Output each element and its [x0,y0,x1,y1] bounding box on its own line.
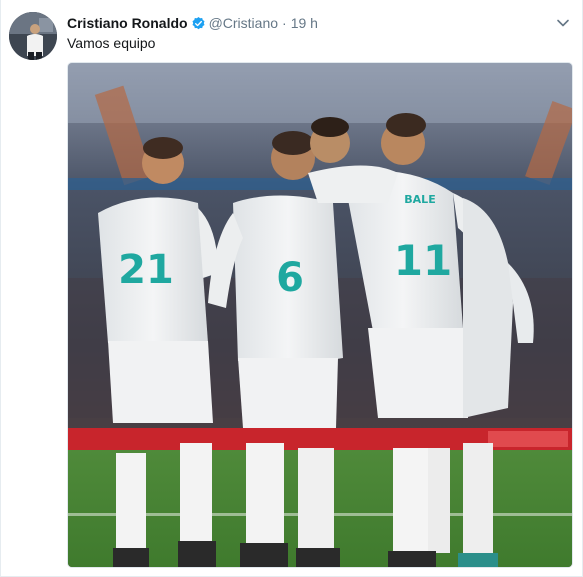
author-handle[interactable]: @Cristiano [209,15,278,31]
tweet-card[interactable]: Cristiano Ronaldo @Cristiano · 19 h Vamo… [0,0,583,577]
jersey-name: BALE [404,193,435,206]
jersey-number-6: 6 [276,255,304,301]
jersey-number-11: 11 [394,236,452,285]
chevron-down-icon[interactable] [556,16,570,30]
avatar[interactable] [9,12,57,60]
separator-dot: · [282,15,287,31]
tweet-text: Vamos equipo [67,35,156,51]
tweet-timestamp[interactable]: 19 h [291,15,318,31]
author-name[interactable]: Cristiano Ronaldo [67,15,188,31]
tweet-photo[interactable]: BALE 11 6 21 [67,62,573,568]
tweet-header: Cristiano Ronaldo @Cristiano · 19 h [67,13,570,33]
jersey-number-21: 21 [118,247,174,293]
photo-players-celebrating: BALE 11 6 21 [68,63,572,567]
verified-badge-icon [191,16,206,31]
